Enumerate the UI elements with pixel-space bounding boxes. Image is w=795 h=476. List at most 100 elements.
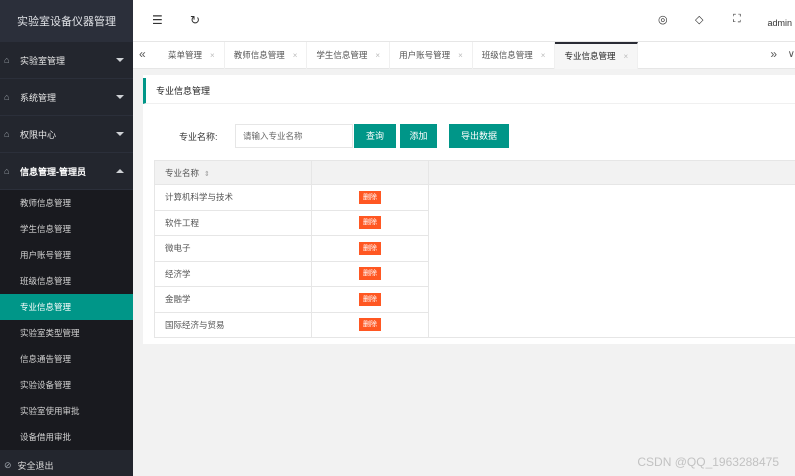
actions-cell: 删除 <box>312 236 429 261</box>
refresh-icon[interactable]: ↻ <box>190 13 200 27</box>
close-icon[interactable]: × <box>623 44 628 69</box>
column-header-major-name[interactable]: 专业名称 ⇕ <box>155 161 312 185</box>
column-header-actions <box>312 161 429 185</box>
tab-label: 专业信息管理 <box>564 51 616 61</box>
sidebar-item-major-info[interactable]: 专业信息管理 <box>0 294 133 320</box>
tab-label: 菜单管理 <box>168 50 203 60</box>
delete-button[interactable]: 删除 <box>359 241 381 255</box>
delete-button[interactable]: 删除 <box>359 216 381 230</box>
home-icon: ⌂ <box>4 166 10 176</box>
close-icon[interactable]: × <box>210 42 215 69</box>
tab-label: 用户账号管理 <box>399 50 451 60</box>
tag-icon[interactable]: ◇ <box>695 13 703 26</box>
table-empty-area <box>429 185 795 338</box>
table-row: 微电子 删除 <box>155 236 429 262</box>
major-name-cell: 计算机科学与技术 <box>155 185 312 210</box>
tab-menu-management[interactable]: 菜单管理 × <box>159 42 225 69</box>
sidebar-item-student-info[interactable]: 学生信息管理 <box>0 216 133 242</box>
logout-icon: ⊘ <box>4 459 12 470</box>
close-icon[interactable]: × <box>375 42 380 69</box>
fullscreen-icon[interactable]: ⛶ <box>733 13 741 26</box>
major-name-cell: 金融学 <box>155 287 312 312</box>
tab-bar: « 菜单管理 × 教师信息管理 × 学生信息管理 × 用户账号管理 × 班级信息管理 × … <box>133 42 795 69</box>
chevron-down-icon <box>116 132 124 136</box>
chevron-down-icon <box>116 95 124 99</box>
subnav: 教师信息管理 学生信息管理 用户账号管理 班级信息管理 专业信息管理 实验室类型… <box>0 190 133 450</box>
sidebar-item-class-info[interactable]: 班级信息管理 <box>0 268 133 294</box>
menu-fold-icon[interactable]: ☰ <box>152 13 163 27</box>
delete-button[interactable]: 删除 <box>359 190 381 204</box>
sidebar-item-lab-type[interactable]: 实验室类型管理 <box>0 320 133 346</box>
export-button[interactable]: 导出数据 <box>449 124 509 148</box>
watermark: CSDN @QQ_1963288475 <box>637 455 779 469</box>
page-title: 专业信息管理 <box>143 78 795 104</box>
sidebar-item-equipment-borrow[interactable]: 设备借用审批 <box>0 424 133 450</box>
actions-cell: 删除 <box>312 312 429 337</box>
table-row: 经济学 删除 <box>155 261 429 287</box>
table-body: 计算机科学与技术 删除 软件工程 删除 微电子 删除 经济学 删除 金融学 删除… <box>155 185 429 338</box>
tabs: 菜单管理 × 教师信息管理 × 学生信息管理 × 用户账号管理 × 班级信息管理 × 专业… <box>159 42 639 69</box>
table-row: 计算机科学与技术 删除 <box>155 185 429 211</box>
home-icon: ⌂ <box>4 92 10 102</box>
close-icon[interactable]: × <box>541 42 546 69</box>
tabs-next-icon[interactable]: » <box>770 47 777 61</box>
theme-icon[interactable]: ◎ <box>658 13 668 26</box>
tab-class-info[interactable]: 班级信息管理 × <box>473 42 556 69</box>
sidebar-item-lab-approval[interactable]: 实验室使用审批 <box>0 398 133 424</box>
delete-button[interactable]: 删除 <box>359 318 381 332</box>
home-icon: ⌂ <box>4 129 10 139</box>
tabs-prev-icon[interactable]: « <box>139 47 146 61</box>
close-icon[interactable]: × <box>293 42 298 69</box>
nav-group-label: 实验室管理 <box>20 55 66 66</box>
column-header-label: 专业名称 <box>165 168 200 178</box>
data-table: 专业名称 ⇕ 计算机科学与技术 删除 软件工程 删除 微电子 删除 经济学 删除 … <box>154 160 795 338</box>
nav-group-info-admin[interactable]: ⌂ 信息管理-管理员 <box>0 153 133 190</box>
chevron-down-icon <box>116 58 124 62</box>
sidebar-item-lab-equipment[interactable]: 实验设备管理 <box>0 372 133 398</box>
tab-label: 教师信息管理 <box>233 50 285 60</box>
close-icon[interactable]: × <box>458 42 463 69</box>
table-header: 专业名称 ⇕ <box>155 160 795 185</box>
sidebar-item-teacher-info[interactable]: 教师信息管理 <box>0 190 133 216</box>
chevron-down-icon[interactable]: ∨ <box>788 49 795 60</box>
logout-label: 安全退出 <box>17 460 54 471</box>
delete-button[interactable]: 删除 <box>359 292 381 306</box>
actions-cell: 删除 <box>312 185 429 210</box>
actions-cell: 删除 <box>312 261 429 286</box>
delete-button[interactable]: 删除 <box>359 267 381 281</box>
sidebar: 实验室设备仪器管理 ⌂ 实验室管理 ⌂ 系统管理 ⌂ 权限中心 ⌂ 信息管理-管… <box>0 0 133 476</box>
tab-label: 学生信息管理 <box>316 50 368 60</box>
home-icon: ⌂ <box>4 55 10 65</box>
add-button[interactable]: 添加 <box>400 124 437 148</box>
tab-student-info[interactable]: 学生信息管理 × <box>307 42 391 69</box>
sort-icon[interactable]: ⇕ <box>204 171 210 178</box>
table-row: 国际经济与贸易 删除 <box>155 312 429 338</box>
tab-label: 班级信息管理 <box>481 50 533 60</box>
major-name-search-input[interactable] <box>235 124 353 148</box>
nav-group-label: 权限中心 <box>20 129 57 140</box>
sidebar-item-notices[interactable]: 信息通告管理 <box>0 346 133 372</box>
sidebar-item-user-accounts[interactable]: 用户账号管理 <box>0 242 133 268</box>
table-row: 金融学 删除 <box>155 287 429 313</box>
content-card: 专业信息管理 专业名称: 查询 添加 导出数据 专业名称 ⇕ 计算机科学与技术 删… <box>143 75 795 344</box>
chevron-up-icon <box>116 169 124 173</box>
major-name-cell: 软件工程 <box>155 210 312 235</box>
nav-group-permission-center[interactable]: ⌂ 权限中心 <box>0 116 133 153</box>
nav-group-label: 系统管理 <box>20 92 57 103</box>
user-menu[interactable]: admin <box>767 18 792 28</box>
actions-cell: 删除 <box>312 287 429 312</box>
table-row: 软件工程 删除 <box>155 210 429 236</box>
search-label: 专业名称: <box>179 132 218 142</box>
logout-button[interactable]: ⊘ 安全退出 <box>0 454 133 476</box>
query-button[interactable]: 查询 <box>354 124 396 148</box>
major-name-cell: 微电子 <box>155 236 312 261</box>
nav-group-system-management[interactable]: ⌂ 系统管理 <box>0 79 133 116</box>
tab-teacher-info[interactable]: 教师信息管理 × <box>225 42 308 69</box>
nav-group-lab-management[interactable]: ⌂ 实验室管理 <box>0 42 133 79</box>
nav-group-label: 信息管理-管理员 <box>20 166 86 177</box>
app-title: 实验室设备仪器管理 <box>0 0 133 42</box>
tab-user-accounts[interactable]: 用户账号管理 × <box>390 42 473 69</box>
top-header: ☰ ↻ ◎ ◇ ⛶ admin <box>133 0 795 42</box>
tab-major-info[interactable]: 专业信息管理 × <box>555 42 639 69</box>
major-name-cell: 国际经济与贸易 <box>155 312 312 337</box>
